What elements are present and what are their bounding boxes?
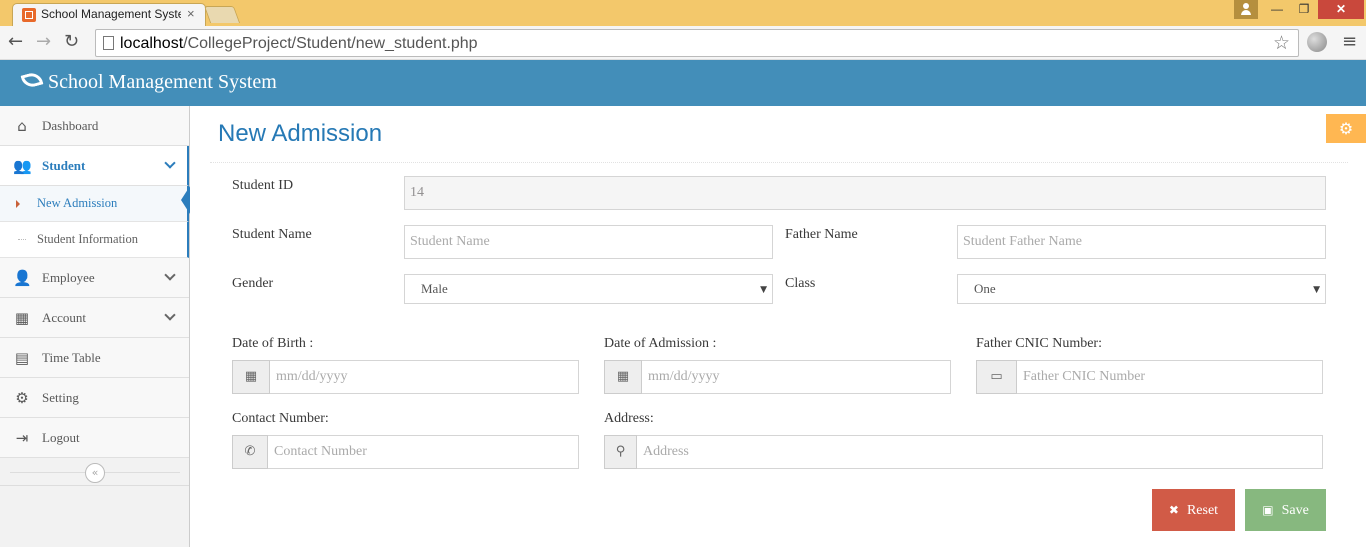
user-tie-icon: 👤 (13, 269, 32, 287)
doa-field[interactable] (642, 360, 951, 394)
sidebar-subitem-label: New Admission (37, 196, 118, 210)
student-id-label: Student ID (232, 178, 294, 193)
tree-line (18, 239, 26, 240)
class-select[interactable]: One ▼ (957, 274, 1326, 304)
leaf-icon (20, 70, 44, 90)
gender-label: Gender (232, 276, 274, 291)
sidebar-item-label: Setting (42, 390, 79, 405)
browser-tab[interactable]: School Management System × (12, 3, 206, 26)
users-icon: 👥 (13, 157, 32, 175)
back-arrow-icon[interactable]: ← (8, 31, 23, 52)
sidebar-item-label: Student (42, 158, 86, 173)
sidebar-item-student[interactable]: 👥 Student (0, 146, 189, 186)
extension-icon[interactable] (1307, 32, 1327, 52)
collapse-sidebar-icon[interactable]: « (85, 463, 105, 483)
sidebar-item-logout[interactable]: ⇥ Logout (0, 418, 189, 458)
reset-label: Reset (1186, 502, 1219, 518)
sidebar-item-employee[interactable]: 👤 Employee (0, 258, 189, 298)
calendar-icon: ▦ (604, 360, 642, 394)
sidebar-item-time-table[interactable]: ▤ Time Table (0, 338, 189, 378)
address-bar[interactable]: localhost/CollegeProject/Student/new_stu… (95, 29, 1299, 57)
contact-number-field[interactable] (268, 435, 579, 469)
favicon-icon (22, 8, 36, 22)
tab-title: School Management System (41, 7, 181, 21)
sign-out-icon: ⇥ (15, 429, 29, 447)
close-icon: ✖ (1168, 502, 1179, 517)
id-card-icon: ▭ (976, 360, 1017, 394)
floppy-disk-icon: ▣ (1262, 502, 1274, 517)
gender-select[interactable]: Male ▼ (404, 274, 773, 304)
home-icon: ⌂ (17, 117, 27, 135)
title-divider (210, 162, 1348, 163)
page-icon (103, 36, 114, 50)
chevron-down-icon (164, 269, 176, 281)
address-field[interactable] (637, 435, 1323, 469)
dropdown-arrow-icon: ▼ (760, 285, 767, 295)
browser-toolbar: ← → ↻ localhost/CollegeProject/Student/n… (0, 26, 1366, 60)
browser-tab-bar: School Management System × — ❐ ✕ (0, 0, 1366, 26)
calendar-icon: ▦ (232, 360, 270, 394)
maximize-button[interactable]: ❐ (1290, 0, 1318, 19)
calendar-icon: ▤ (14, 349, 30, 367)
caret-right-icon (16, 200, 20, 208)
class-selected-value: One (974, 281, 996, 296)
map-marker-icon: ⚲ (604, 435, 637, 469)
app-brand[interactable]: School Management System (48, 71, 277, 94)
tab-close-icon[interactable]: × (187, 6, 195, 21)
sidebar-item-label: Time Table (42, 350, 101, 365)
sidebar-subitem-label: Student Information (37, 232, 139, 246)
url-host: localhost (120, 35, 184, 52)
student-name-label: Student Name (232, 227, 312, 242)
minimize-button[interactable]: — (1264, 0, 1290, 19)
forward-arrow-icon[interactable]: → (36, 31, 51, 52)
sidebar-item-dashboard[interactable]: ⌂ Dashboard (0, 106, 189, 146)
sidebar-divider (0, 485, 189, 486)
sidebar-item-label: Employee (42, 270, 95, 285)
gear-icon: ⚙ (15, 389, 29, 407)
settings-gear-button[interactable]: ⚙ (1326, 114, 1366, 143)
cnic-label: Father CNIC Number: (976, 336, 1102, 351)
doa-label: Date of Admission : (604, 336, 717, 351)
app-header: School Management System (0, 60, 1366, 106)
phone-icon: ✆ (232, 435, 268, 469)
father-name-label: Father Name (785, 227, 858, 242)
sidebar-item-label: Logout (42, 430, 80, 445)
calculator-icon: ▦ (14, 309, 30, 327)
reload-icon[interactable]: ↻ (64, 31, 79, 52)
close-window-button[interactable]: ✕ (1318, 0, 1364, 19)
reset-button[interactable]: ✖ Reset (1152, 489, 1235, 531)
page-title: New Admission (218, 120, 383, 147)
sidebar-item-account[interactable]: ▦ Account (0, 298, 189, 338)
class-label: Class (785, 276, 816, 291)
save-label: Save (1281, 502, 1309, 518)
sidebar-item-label: Account (42, 310, 87, 325)
cnic-field[interactable] (1017, 360, 1323, 394)
user-profile-icon[interactable] (1234, 0, 1258, 19)
sidebar-item-label: Dashboard (42, 118, 99, 133)
chevron-down-icon (164, 157, 176, 169)
contact-label: Contact Number: (232, 411, 329, 426)
browser-menu-icon[interactable]: ≡ (1342, 31, 1357, 52)
student-id-field[interactable] (404, 176, 1326, 210)
address-label: Address: (604, 411, 654, 426)
chevron-down-icon (164, 309, 176, 321)
save-button[interactable]: ▣ Save (1245, 489, 1326, 531)
sidebar-item-setting[interactable]: ⚙ Setting (0, 378, 189, 418)
dob-label: Date of Birth : (232, 336, 314, 351)
sidebar-subitem-new-admission[interactable]: New Admission (0, 186, 189, 222)
gender-selected-value: Male (421, 281, 448, 296)
father-name-field[interactable] (957, 225, 1326, 259)
active-item-indicator (181, 186, 190, 214)
url-text[interactable]: localhost/CollegeProject/Student/new_stu… (120, 35, 478, 53)
url-path: /CollegeProject/Student/new_student.php (183, 35, 478, 52)
dob-field[interactable] (270, 360, 579, 394)
sidebar: ⌂ Dashboard 👥 Student New Admission Stud… (0, 106, 190, 547)
sidebar-subitem-student-information[interactable]: Student Information (0, 222, 189, 258)
student-name-field[interactable] (404, 225, 773, 259)
bookmark-star-icon[interactable]: ☆ (1273, 32, 1290, 54)
new-tab-button[interactable] (203, 6, 241, 23)
dropdown-arrow-icon: ▼ (1313, 285, 1320, 295)
